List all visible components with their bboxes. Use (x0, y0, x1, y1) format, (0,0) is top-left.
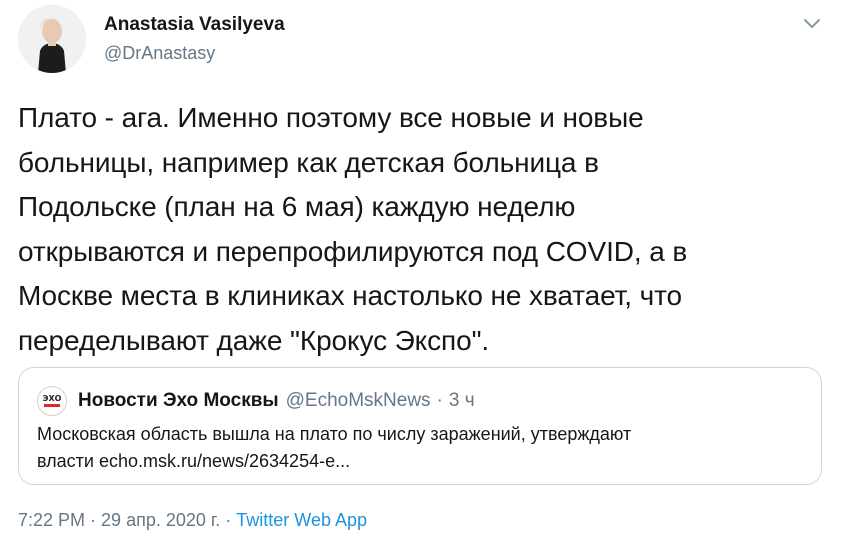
quoted-tweet-header: ЭХО Новости Эхо Москвы @EchoMskNews · 3 … (37, 386, 475, 416)
quoted-text-line: власти echo.msk.ru/news/2634254-e... (37, 451, 351, 471)
author-handle[interactable]: @DrAnastasy (104, 43, 215, 64)
chevron-down-icon (804, 19, 820, 28)
tweet-metadata: 7:22 PM · 29 апр. 2020 г. · Twitter Web … (18, 510, 367, 531)
tweet-text-line: больницы, например как детская больница … (18, 146, 599, 178)
quoted-author-name: Новости Эхо Москвы (78, 390, 279, 411)
tweet-text-line: Москве места в клиниках настолько не хва… (18, 280, 683, 311)
echo-logo-stripe (44, 404, 60, 407)
separator-dot: · (85, 510, 102, 530)
quoted-tweet-text: Московская область вышла на плато по чис… (37, 421, 807, 475)
tweet-text-line: открываются и перепрофилируются под COVI… (18, 235, 688, 267)
tweet-source-link[interactable]: Twitter Web App (236, 510, 367, 530)
quoted-text-line: Московская область вышла на плато по чис… (37, 424, 632, 444)
author-display-name[interactable]: Anastasia Vasilyeva (104, 14, 285, 36)
tweet-text-line: Подольске (план на 6 мая) каждую неделю (18, 191, 576, 222)
tweet-text: Плато - ага. Именно поэтому все новые и … (18, 96, 818, 363)
author-avatar[interactable] (18, 5, 86, 73)
more-options-button[interactable] (796, 10, 828, 38)
tweet-time[interactable]: 7:22 PM (18, 510, 85, 530)
echo-logo-text: ЭХО (42, 394, 62, 403)
quoted-author-handle: @EchoMskNews (285, 390, 431, 411)
tweet-text-line: Плато - ага. Именно поэтому все новые и … (18, 102, 644, 133)
quoted-tweet-time: 3 ч (448, 390, 475, 411)
echo-logo-icon: ЭХО (37, 386, 67, 416)
quoted-tweet-card[interactable]: ЭХО Новости Эхо Москвы @EchoMskNews · 3 … (18, 367, 822, 485)
avatar-photo (18, 5, 86, 73)
separator-dot: · (220, 510, 237, 530)
tweet-text-line: переделывают даже "Крокус Экспо". (18, 324, 490, 356)
tweet-date[interactable]: 29 апр. 2020 г. (101, 510, 220, 530)
separator-dot: · (436, 390, 443, 411)
